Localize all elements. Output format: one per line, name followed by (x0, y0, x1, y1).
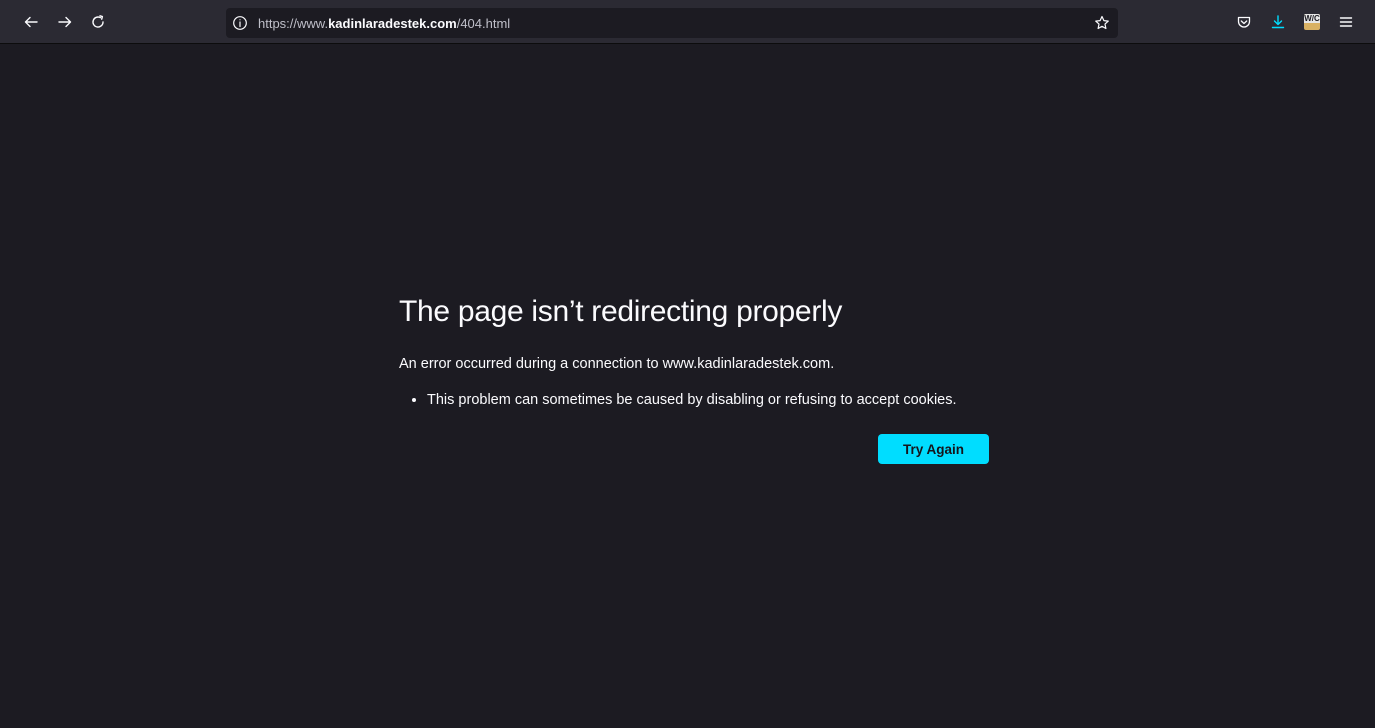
url-path: /404.html (456, 16, 511, 31)
error-container: The page isn’t redirecting properly An e… (399, 294, 989, 464)
forward-button[interactable] (53, 10, 77, 34)
download-icon (1271, 15, 1285, 29)
url-text[interactable]: https://www.kadinlaradestek.com/404.html (258, 16, 510, 32)
page-content: The page isn’t redirecting properly An e… (8, 44, 1370, 728)
downloads-button[interactable] (1268, 12, 1288, 32)
forward-arrow-icon (58, 16, 72, 28)
back-button[interactable] (19, 10, 43, 34)
pocket-button[interactable] (1234, 12, 1254, 32)
error-description: An error occurred during a connection to… (399, 356, 835, 372)
error-title: The page isn’t redirecting properly (399, 295, 843, 328)
wc-extension-icon: W/C (1304, 14, 1320, 30)
button-row: Try Again (399, 434, 989, 464)
url-host: kadinlaradestek.com (328, 16, 457, 31)
url-prefix: https://www. (258, 16, 329, 31)
star-icon (1095, 15, 1109, 30)
browser-window: https://www.kadinlaradestek.com/404.html (0, 0, 1375, 728)
url-bar[interactable]: https://www.kadinlaradestek.com/404.html (226, 8, 1118, 38)
error-suggestion-item: This problem can sometimes be caused by … (427, 390, 989, 410)
bookmark-star-button[interactable] (1092, 13, 1112, 33)
error-suggestions-list: This problem can sometimes be caused by … (399, 390, 989, 410)
try-again-button[interactable]: Try Again (878, 434, 989, 464)
info-icon[interactable] (232, 15, 248, 31)
reload-button[interactable] (86, 10, 110, 34)
pocket-icon (1237, 16, 1251, 28)
reload-icon (92, 15, 104, 28)
navigation-toolbar: https://www.kadinlaradestek.com/404.html (0, 0, 1375, 44)
wc-extension-label: W/C (1304, 14, 1320, 23)
back-arrow-icon (24, 16, 38, 28)
extension-button[interactable]: W/C (1302, 12, 1322, 32)
menu-button[interactable] (1336, 12, 1356, 32)
hamburger-menu-icon (1339, 17, 1353, 27)
